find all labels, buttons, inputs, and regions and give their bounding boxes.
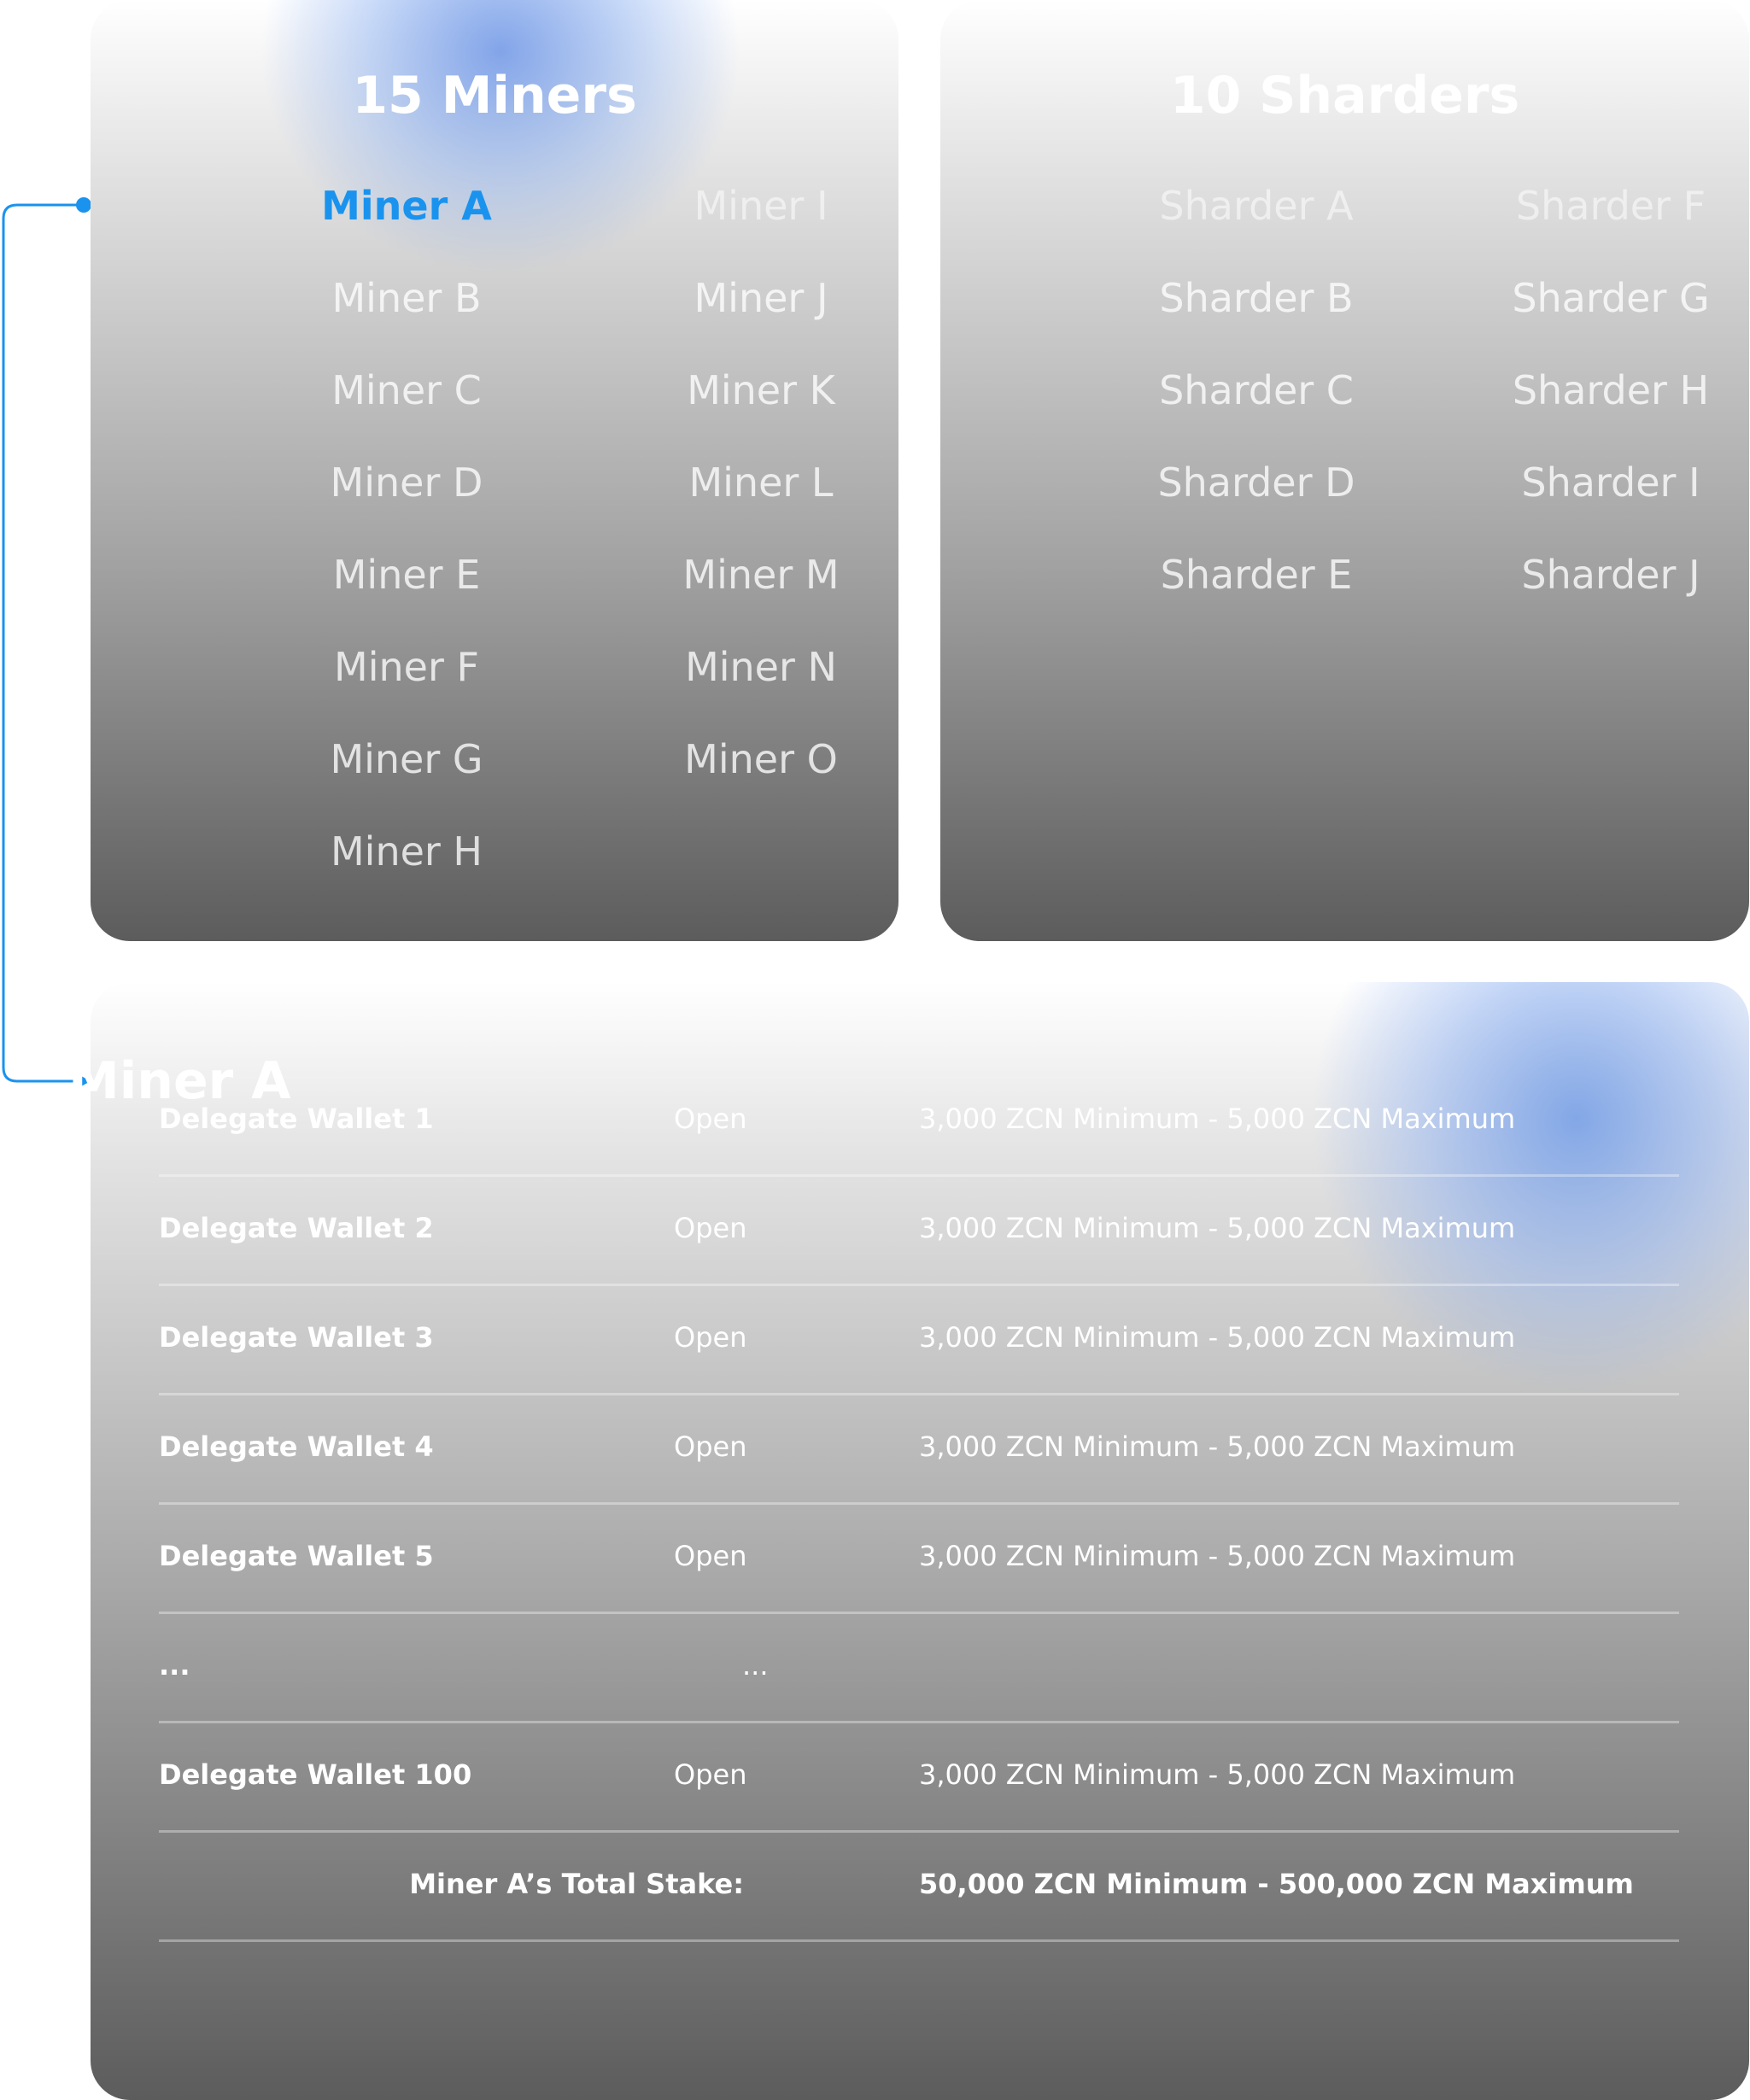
miners-panel: 15 Miners Miner A Miner B Miner C Miner …	[91, 0, 898, 941]
miner-item-e[interactable]: Miner E	[227, 544, 586, 636]
miner-item-h[interactable]: Miner H	[227, 821, 586, 913]
sharder-item-e[interactable]: Sharder E	[1077, 544, 1436, 636]
delegate-range: 3,000 ZCN Minimum - 5,000 ZCN Maximum	[919, 1430, 1516, 1463]
miner-detail-panel: Delegate Wallet 1 Open 3,000 ZCN Minimum…	[91, 982, 1749, 2100]
total-stake-row: Miner A’s Total Stake: 50,000 ZCN Minimu…	[159, 1833, 1679, 1942]
sharder-item-c[interactable]: Sharder C	[1077, 360, 1436, 452]
delegate-name: Delegate Wallet 100	[159, 1758, 472, 1791]
total-stake-label: Miner A’s Total Stake:	[409, 1868, 744, 1900]
delegate-row: Delegate Wallet 4 Open 3,000 ZCN Minimum…	[159, 1395, 1679, 1505]
connector-arrow	[2, 197, 91, 1090]
sharder-item-h[interactable]: Sharder H	[1431, 360, 1749, 452]
delegate-status: Open	[674, 1758, 747, 1791]
sharder-item-b[interactable]: Sharder B	[1077, 267, 1436, 360]
miner-item-d[interactable]: Miner D	[227, 452, 586, 544]
delegate-row: Delegate Wallet 2 Open 3,000 ZCN Minimum…	[159, 1177, 1679, 1286]
delegate-name: Delegate Wallet 5	[159, 1540, 434, 1572]
delegate-range: 3,000 ZCN Minimum - 5,000 ZCN Maximum	[919, 1103, 1516, 1135]
miner-item-l[interactable]: Miner L	[582, 452, 898, 544]
sharder-item-j[interactable]: Sharder J	[1431, 544, 1749, 636]
total-stake-value: 50,000 ZCN Minimum - 500,000 ZCN Maximum	[919, 1868, 1634, 1900]
delegate-status: Open	[674, 1430, 747, 1463]
sharder-item-g[interactable]: Sharder G	[1431, 267, 1749, 360]
delegate-range: 3,000 ZCN Minimum - 5,000 ZCN Maximum	[919, 1540, 1516, 1572]
delegate-status: Open	[674, 1212, 747, 1244]
sharder-item-i[interactable]: Sharder I	[1431, 452, 1749, 544]
delegate-range: 3,000 ZCN Minimum - 5,000 ZCN Maximum	[919, 1321, 1516, 1354]
miner-item-c[interactable]: Miner C	[227, 360, 586, 452]
miners-column-right: Miner I Miner J Miner K Miner L Miner M …	[582, 175, 898, 821]
miner-item-g[interactable]: Miner G	[227, 728, 586, 821]
delegate-range: 3,000 ZCN Minimum - 5,000 ZCN Maximum	[919, 1758, 1516, 1791]
delegate-name: Delegate Wallet 4	[159, 1430, 434, 1463]
delegate-status: Open	[674, 1540, 747, 1572]
miner-item-m[interactable]: Miner M	[582, 544, 898, 636]
sharders-title: 10 Sharders	[1169, 66, 1520, 126]
delegate-row: Delegate Wallet 100 Open 3,000 ZCN Minim…	[159, 1723, 1679, 1833]
delegate-row: Delegate Wallet 1 Open 3,000 ZCN Minimum…	[159, 1068, 1679, 1177]
sharder-item-f[interactable]: Sharder F	[1431, 175, 1749, 267]
miner-item-o[interactable]: Miner O	[582, 728, 898, 821]
delegate-row: Delegate Wallet 3 Open 3,000 ZCN Minimum…	[159, 1286, 1679, 1395]
miner-item-n[interactable]: Miner N	[582, 636, 898, 728]
sharders-column-left: Sharder A Sharder B Sharder C Sharder D …	[1077, 175, 1436, 636]
sharders-column-right: Sharder F Sharder G Sharder H Sharder I …	[1431, 175, 1749, 636]
miners-title: 15 Miners	[352, 66, 637, 126]
miners-column-left: Miner A Miner B Miner C Miner D Miner E …	[227, 175, 586, 913]
delegate-status: ...	[742, 1649, 769, 1682]
delegate-status: Open	[674, 1103, 747, 1135]
miner-item-f[interactable]: Miner F	[227, 636, 586, 728]
delegate-name: Delegate Wallet 3	[159, 1321, 434, 1354]
miner-item-a[interactable]: Miner A	[227, 175, 586, 267]
delegate-range: 3,000 ZCN Minimum - 5,000 ZCN Maximum	[919, 1212, 1516, 1244]
delegate-name: ...	[159, 1649, 190, 1682]
delegate-row-ellipsis: ... ...	[159, 1614, 1679, 1723]
sharders-panel: 10 Sharders Sharder A Sharder B Sharder …	[940, 0, 1749, 941]
miner-item-b[interactable]: Miner B	[227, 267, 586, 360]
delegate-status: Open	[674, 1321, 747, 1354]
sharder-item-d[interactable]: Sharder D	[1077, 452, 1436, 544]
delegate-name: Delegate Wallet 2	[159, 1212, 434, 1244]
miner-item-i[interactable]: Miner I	[582, 175, 898, 267]
detail-title: Miner A	[68, 1051, 291, 1111]
delegate-row: Delegate Wallet 5 Open 3,000 ZCN Minimum…	[159, 1505, 1679, 1614]
miner-item-j[interactable]: Miner J	[582, 267, 898, 360]
miner-item-k[interactable]: Miner K	[582, 360, 898, 452]
sharder-item-a[interactable]: Sharder A	[1077, 175, 1436, 267]
